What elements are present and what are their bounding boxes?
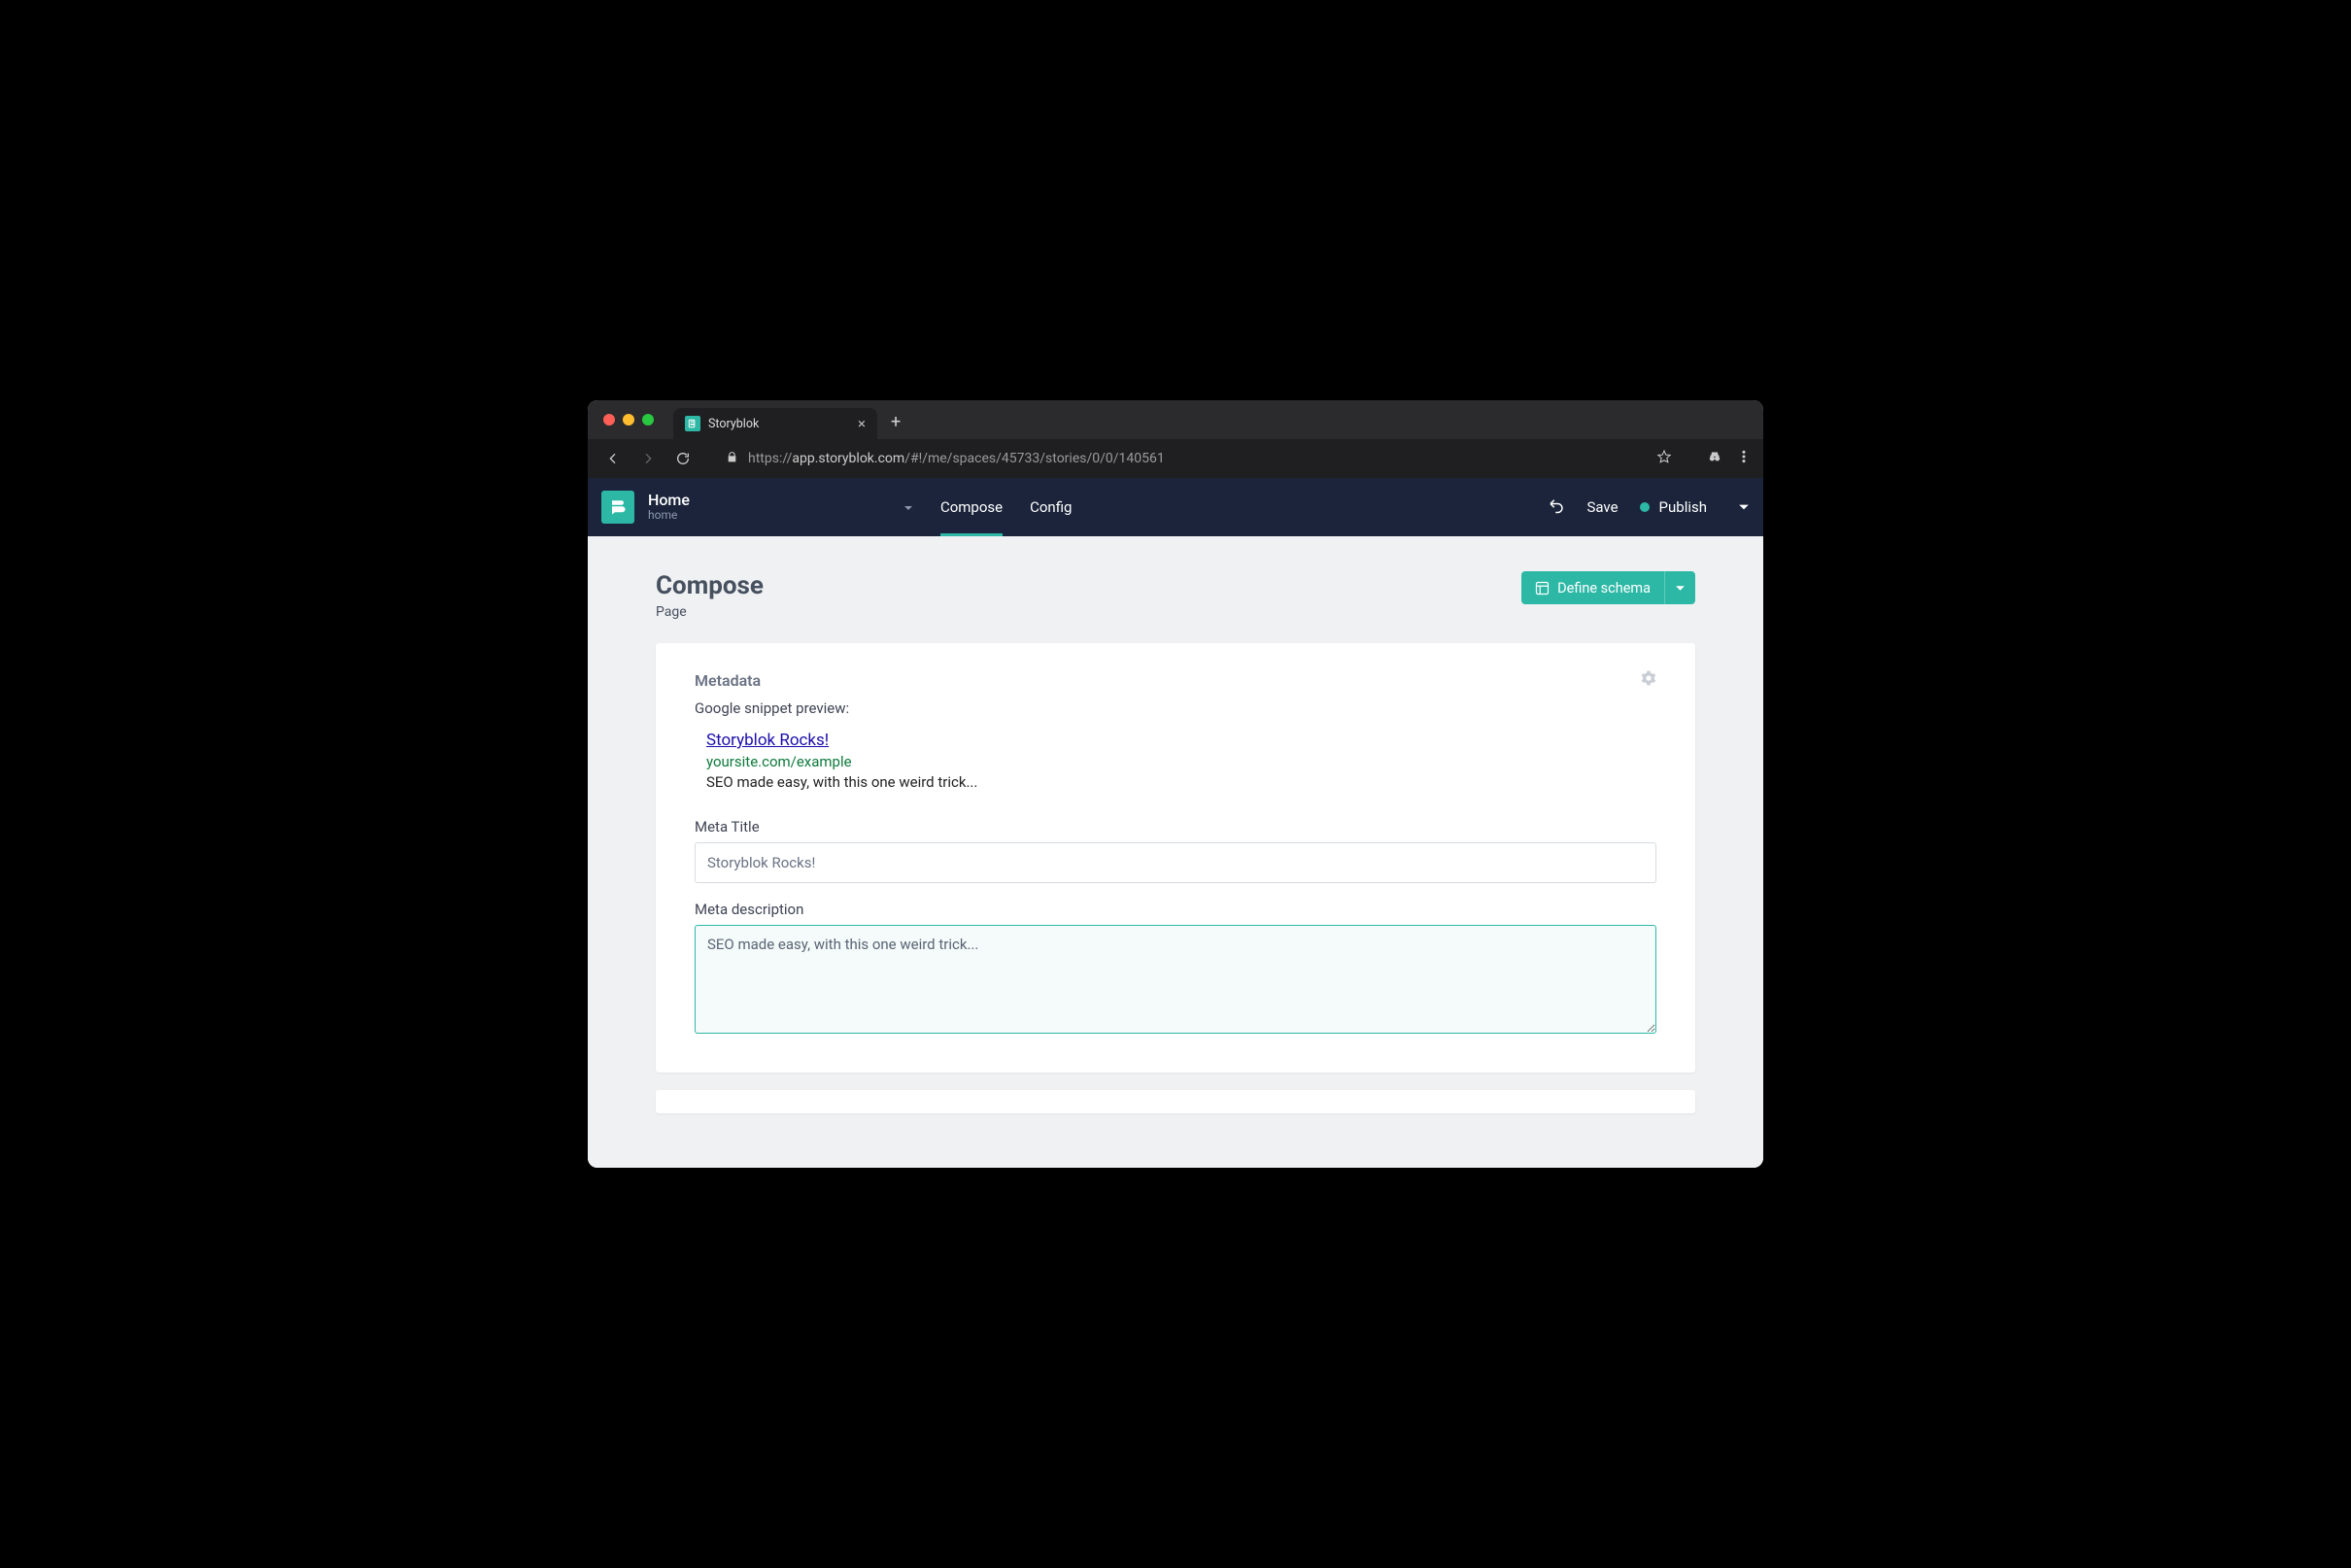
- address-bar[interactable]: https://app.storyblok.com/#!/me/spaces/4…: [712, 444, 1686, 473]
- tab-config[interactable]: Config: [1030, 478, 1072, 536]
- meta-title-field: Meta Title: [695, 818, 1656, 883]
- save-button[interactable]: Save: [1586, 498, 1618, 516]
- publish-label: Publish: [1659, 498, 1707, 516]
- app-tabs: Compose Config: [940, 478, 1073, 536]
- app-top-bar: Home home Compose Config Save Publish: [588, 478, 1763, 536]
- incognito-icon[interactable]: [1707, 449, 1722, 468]
- snippet-url: yoursite.com/example: [706, 753, 1656, 770]
- define-schema-label: Define schema: [1557, 580, 1651, 597]
- content-header: Compose Page Define schema: [656, 571, 1695, 620]
- close-tab-icon[interactable]: ×: [858, 417, 866, 431]
- storyblok-logo-icon[interactable]: [601, 491, 634, 524]
- snippet-title: Storyblok Rocks!: [706, 731, 1656, 750]
- browser-tab-title: Storyblok: [708, 417, 759, 431]
- new-tab-button[interactable]: +: [891, 412, 901, 432]
- story-title-block[interactable]: Home home: [648, 492, 690, 523]
- define-schema-button[interactable]: Define schema: [1521, 571, 1695, 604]
- browser-titlebar: Storyblok × +: [588, 400, 1763, 439]
- next-card-placeholder: [656, 1090, 1695, 1113]
- chevron-down-icon: [1675, 583, 1686, 594]
- gear-icon: [1641, 670, 1656, 686]
- snippet-description: SEO made easy, with this one weird trick…: [706, 773, 1656, 791]
- forward-button[interactable]: [634, 445, 662, 472]
- bookmark-star-icon[interactable]: [1656, 449, 1672, 468]
- google-snippet-preview: Storyblok Rocks! yoursite.com/example SE…: [695, 731, 1656, 791]
- browser-toolbar: https://app.storyblok.com/#!/me/spaces/4…: [588, 439, 1763, 478]
- metadata-card: Metadata Google snippet preview: Storybl…: [656, 643, 1695, 1073]
- tab-config-label: Config: [1030, 498, 1072, 516]
- browser-tab[interactable]: Storyblok ×: [673, 408, 877, 439]
- url-text: https://app.storyblok.com/#!/me/spaces/4…: [748, 451, 1165, 466]
- window-minimize-button[interactable]: [623, 414, 634, 426]
- page-heading: Compose: [656, 571, 764, 600]
- snippet-preview-label: Google snippet preview:: [695, 699, 1656, 717]
- browser-menu-icons: [1707, 449, 1752, 468]
- tab-compose[interactable]: Compose: [940, 478, 1003, 536]
- content-area: Compose Page Define schema Metadata: [588, 536, 1763, 1168]
- story-slug: home: [648, 509, 690, 523]
- publish-dropdown-caret-icon[interactable]: [1738, 498, 1750, 517]
- tab-compose-label: Compose: [940, 498, 1003, 516]
- storyblok-favicon-icon: [685, 416, 700, 431]
- app-actions: Save Publish: [1548, 496, 1750, 518]
- url-scheme: https://: [748, 451, 792, 466]
- story-dropdown-caret-icon[interactable]: [903, 498, 913, 517]
- undo-button[interactable]: [1548, 496, 1565, 518]
- field-settings-button[interactable]: [1641, 670, 1656, 690]
- meta-description-field: Meta description: [695, 901, 1656, 1038]
- window-maximize-button[interactable]: [642, 414, 654, 426]
- url-path: /#!/me/spaces/45733/stories/0/0/140561: [904, 451, 1165, 466]
- window-controls: [603, 414, 654, 426]
- reload-button[interactable]: [669, 445, 697, 472]
- back-button[interactable]: [599, 445, 627, 472]
- story-title: Home: [648, 492, 690, 509]
- meta-description-label: Meta description: [695, 901, 1656, 918]
- metadata-section-title: Metadata: [695, 671, 761, 690]
- meta-description-input[interactable]: [695, 925, 1656, 1034]
- publish-button[interactable]: Publish: [1640, 498, 1707, 516]
- define-schema-dropdown[interactable]: [1664, 571, 1695, 604]
- schema-icon: [1535, 581, 1550, 596]
- browser-menu-icon[interactable]: [1736, 449, 1752, 468]
- url-host: app.storyblok.com: [792, 451, 904, 466]
- meta-title-label: Meta Title: [695, 818, 1656, 835]
- browser-window: Storyblok × + https://app.storyblok.com/…: [588, 400, 1763, 1168]
- component-type-label: Page: [656, 604, 764, 620]
- lock-icon: [726, 451, 738, 467]
- meta-title-input[interactable]: [695, 842, 1656, 883]
- publish-status-dot-icon: [1640, 502, 1650, 512]
- window-close-button[interactable]: [603, 414, 615, 426]
